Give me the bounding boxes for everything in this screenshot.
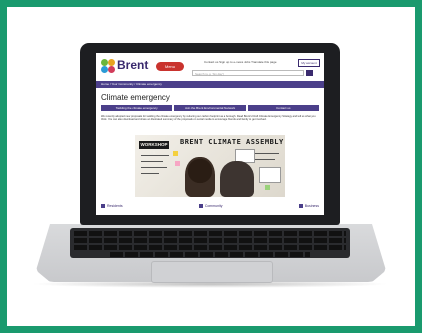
tab-tackling[interactable]: Tackling the climate emergency bbox=[101, 105, 173, 111]
business-icon bbox=[298, 204, 303, 208]
footer-links: Residents Community Business bbox=[101, 204, 319, 208]
tab-contact[interactable]: Contact us bbox=[247, 105, 319, 111]
top-links[interactable]: Contact us Sign up to e-news Jobs Transl… bbox=[204, 60, 277, 64]
person-figure bbox=[185, 157, 215, 197]
footer-link-business[interactable]: Business bbox=[298, 204, 319, 208]
search-icon[interactable] bbox=[306, 70, 313, 76]
keyboard bbox=[70, 228, 350, 258]
tab-bar: Tackling the climate emergency Join the … bbox=[101, 105, 319, 111]
search-input[interactable]: Search (e.g. 'bin day') bbox=[192, 70, 304, 76]
photo-banner-text: BRENT CLIMATE ASSEMBLY bbox=[180, 138, 284, 146]
menu-button[interactable]: Menu bbox=[156, 62, 184, 71]
menu-label: Menu bbox=[164, 64, 175, 69]
trackpad bbox=[151, 261, 273, 283]
person-figure bbox=[220, 161, 254, 197]
residents-icon bbox=[101, 204, 105, 208]
breadcrumb[interactable]: Home / Your Community / Climate emergenc… bbox=[96, 81, 324, 88]
page-title: Climate emergency bbox=[101, 93, 170, 102]
community-icon bbox=[198, 204, 203, 208]
brent-logo-icon bbox=[101, 59, 115, 73]
footer-link-residents[interactable]: Residents bbox=[101, 204, 123, 208]
footer-link-label: Business bbox=[304, 204, 319, 208]
brand-name: Brent bbox=[117, 58, 149, 72]
intro-text: We recently adopted new proposals for ta… bbox=[101, 115, 316, 122]
my-account-button[interactable]: My account bbox=[298, 59, 320, 67]
footer-link-community[interactable]: Community bbox=[198, 204, 223, 208]
workshop-label: WORKSHOP 1 bbox=[139, 141, 169, 155]
laptop-screen: Brent Menu Contact us Sign up to e-news … bbox=[96, 53, 324, 215]
footer-link-label: Community bbox=[204, 204, 223, 208]
footer-link-label: Residents bbox=[107, 204, 123, 208]
tab-join-network[interactable]: Join the Brent Environmental Network bbox=[174, 105, 246, 111]
climate-assembly-photo: BRENT CLIMATE ASSEMBLY WORKSHOP 1 bbox=[135, 135, 285, 197]
